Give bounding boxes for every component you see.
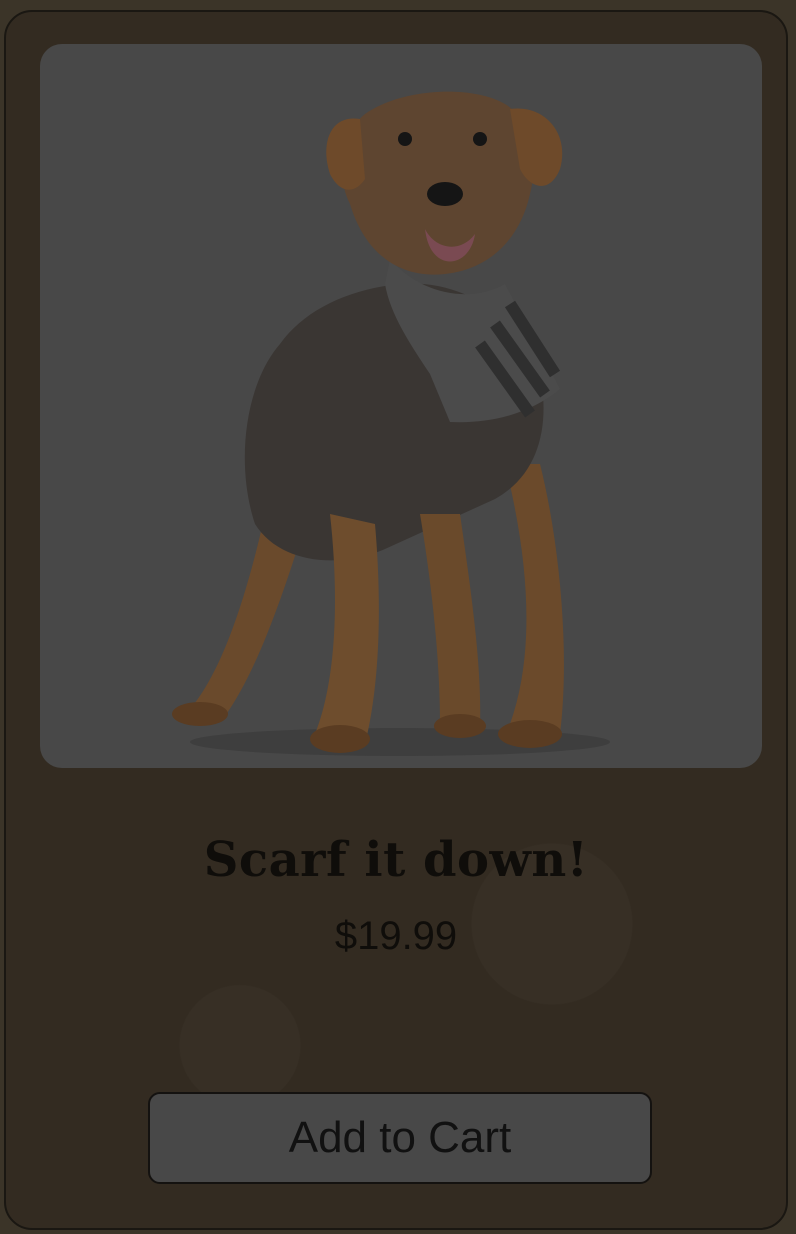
product-title: Scarf it down!: [203, 832, 589, 888]
add-to-cart-button[interactable]: Add to Cart: [148, 1092, 652, 1184]
dog-image: [172, 91, 610, 756]
product-price: $19.99: [334, 914, 458, 958]
product-card: Scarf it down! $19.99 Add to Cart: [4, 10, 788, 1230]
product-image: [40, 44, 762, 768]
